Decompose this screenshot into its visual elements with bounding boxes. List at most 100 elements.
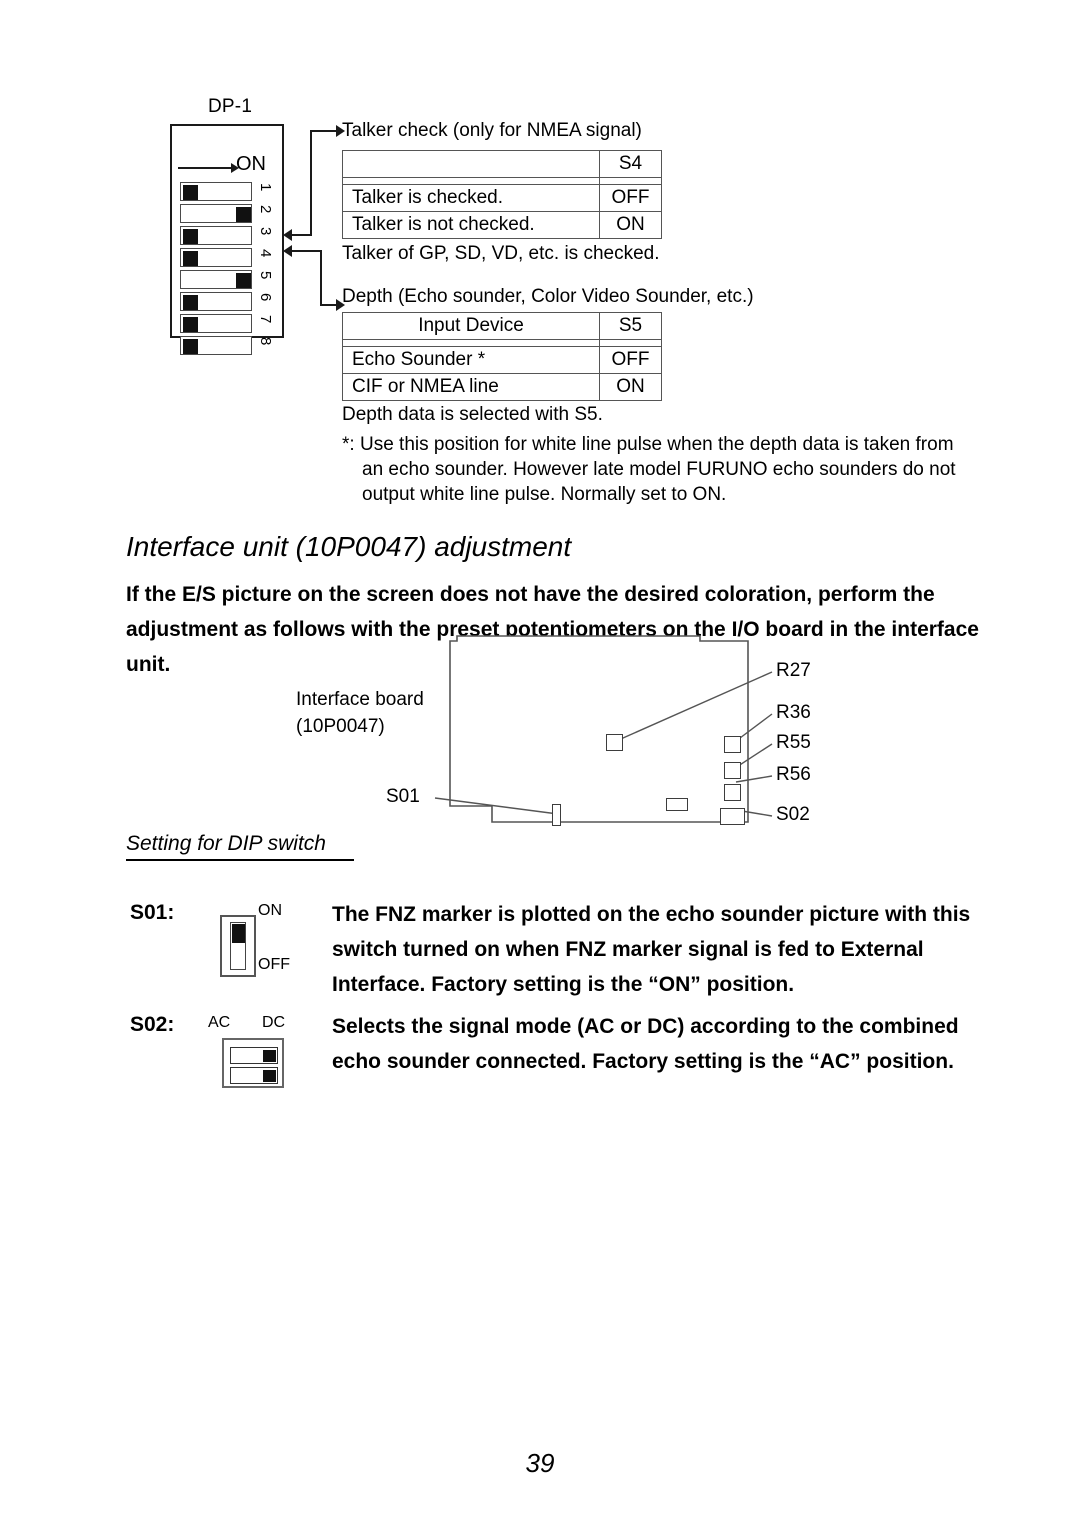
dip-switch-number: 6: [257, 293, 274, 302]
s02-key-label: S02:: [130, 1013, 175, 1036]
s02-switch-knob: [262, 1049, 276, 1062]
dip-switch-5[interactable]: 5: [180, 270, 276, 289]
dip-switch-4[interactable]: 4: [180, 248, 276, 267]
section-heading: Interface unit (10P0047) adjustment: [126, 531, 572, 562]
dip-switch-slider: [182, 316, 198, 333]
footnote-marker: *:: [342, 434, 355, 455]
depth-table-note: Depth data is selected with S5.: [342, 404, 603, 425]
depth-header-label: Input Device: [342, 312, 600, 340]
board-outline-shape: [434, 635, 773, 823]
connector-talker: [283, 125, 350, 241]
component-s02: [720, 808, 745, 825]
table-row: Talker is checked. OFF: [342, 184, 662, 212]
dip-switch-number: 5: [257, 271, 274, 280]
depth-row-label: CIF or NMEA line: [342, 373, 600, 401]
depth-table-caption: Depth (Echo sounder, Color Video Sounder…: [342, 286, 754, 307]
dip-setting-subheading: Setting for DIP switch: [126, 832, 354, 861]
dip-on-direction-indicator: ON: [178, 153, 286, 178]
dip-switch-slider: [236, 272, 251, 289]
s01-slide-switch[interactable]: [220, 915, 256, 977]
s01-description: The FNZ marker is plotted on the echo so…: [332, 903, 971, 996]
table-header-row: S4: [342, 150, 662, 178]
table-spacer-row: [342, 177, 662, 185]
dip-switch-number: 2: [257, 205, 274, 214]
s02-switch-row-2[interactable]: [230, 1067, 278, 1084]
dip-switch-track: [180, 204, 252, 223]
footnote: *: Use this position for white line puls…: [342, 432, 962, 507]
callout-r27: R27: [776, 660, 811, 681]
talker-header-label: [342, 150, 600, 178]
dip-switch-track: [180, 336, 252, 355]
table-header-row: Input Device S5: [342, 312, 662, 340]
dip-switch-track: [180, 182, 252, 201]
callout-s01: S01: [386, 786, 420, 807]
page-number: 39: [525, 1448, 555, 1478]
dip-on-label: ON: [236, 153, 266, 175]
dip-switch-track: [180, 292, 252, 311]
talker-header-switch: S4: [599, 150, 662, 178]
s01-switch-knob: [231, 923, 245, 943]
s01-on-label: ON: [258, 902, 282, 919]
dip-switch-track: [180, 314, 252, 333]
talker-table-caption: Talker check (only for NMEA signal): [342, 120, 642, 141]
dip-switch-8[interactable]: 8: [180, 336, 276, 355]
dip-switch-number: 1: [257, 183, 274, 192]
dip-switch-3[interactable]: 3: [180, 226, 276, 245]
component-s01: [552, 804, 561, 826]
dip-switch-1[interactable]: 1: [180, 182, 276, 201]
component-r55: [724, 762, 741, 779]
dip-switch-track: [180, 270, 252, 289]
callout-r36: R36: [776, 702, 811, 723]
dip-switch-number: 7: [257, 315, 274, 324]
connector-depth: [283, 245, 350, 312]
dip-switch-slider: [236, 206, 251, 223]
table-row: Talker is not checked. ON: [342, 211, 662, 239]
talker-check-table: S4 Talker is checked. OFF Talker is not …: [342, 150, 662, 239]
dip-block-label: DP-1: [208, 96, 253, 117]
callout-s02: S02: [776, 804, 810, 825]
s02-description: Selects the signal mode (AC or DC) accor…: [332, 1015, 959, 1073]
arrow-left-icon: [283, 229, 292, 241]
dip-switch-slider: [182, 228, 198, 245]
s02-dc-label: DC: [262, 1014, 286, 1031]
depth-row-value: OFF: [599, 346, 662, 374]
dip-switch-6[interactable]: 6: [180, 292, 276, 311]
footnote-text: Use this position for white line pulse w…: [359, 434, 956, 505]
dip-switch-slider: [182, 294, 198, 311]
dip-switch-number: 8: [257, 337, 274, 346]
talker-row-label: Talker is checked.: [342, 184, 600, 212]
arrow-left-icon: [283, 245, 292, 257]
dip-switch-slider: [182, 338, 198, 355]
dip-switch-slider: [182, 184, 198, 201]
callout-r55: R55: [776, 732, 811, 753]
depth-input-device-table: Input Device S5 Echo Sounder * OFF CIF o…: [342, 312, 662, 401]
callout-r56: R56: [776, 764, 811, 785]
s01-off-label: OFF: [258, 956, 290, 973]
depth-row-label: Echo Sounder *: [342, 346, 600, 374]
s02-switch-row-1[interactable]: [230, 1047, 278, 1064]
s01-key-label: S01:: [130, 901, 175, 924]
talker-row-value: OFF: [599, 184, 662, 212]
dip-switch-number: 4: [257, 249, 274, 258]
dip-switch-2[interactable]: 2: [180, 204, 276, 223]
table-row: Echo Sounder * OFF: [342, 346, 662, 374]
s02-dip-switch[interactable]: [222, 1038, 284, 1088]
talker-row-label: Talker is not checked.: [342, 211, 600, 239]
depth-header-switch: S5: [599, 312, 662, 340]
depth-row-value: ON: [599, 373, 662, 401]
dip-switch-slider: [182, 250, 198, 267]
component-r56: [724, 784, 741, 801]
component-r27: [606, 734, 623, 751]
table-row: CIF or NMEA line ON: [342, 373, 662, 401]
dip-switch-block: ON 1 2 3 4 5 6 7 8: [170, 124, 286, 355]
component-connector: [666, 798, 688, 811]
dip-switch-track: [180, 226, 252, 245]
arrow-right-icon: [178, 163, 239, 173]
dip-switch-number: 3: [257, 227, 274, 236]
dip-switch-7[interactable]: 7: [180, 314, 276, 333]
dip-switch-track: [180, 248, 252, 267]
interface-board-figure: Interface board (10P0047) R27 R36 R55 R5…: [280, 632, 840, 832]
s02-switch-knob: [262, 1069, 276, 1082]
s02-ac-label: AC: [208, 1014, 231, 1031]
talker-row-value: ON: [599, 211, 662, 239]
